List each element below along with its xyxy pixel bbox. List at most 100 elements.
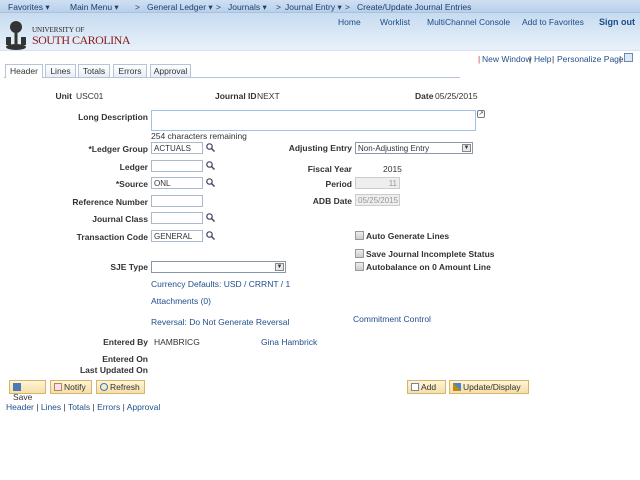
- tab-header[interactable]: Header: [5, 64, 43, 78]
- adjusting-entry-select[interactable]: Non-Adjusting Entry ▼: [355, 142, 473, 154]
- auto-generate-checkbox[interactable]: [355, 231, 364, 240]
- chevron-down-icon: ▼: [275, 263, 284, 271]
- breadcrumb-sep: >: [276, 2, 281, 12]
- personalize-link[interactable]: Personalize Page: [557, 54, 624, 64]
- breadcrumb-sep: >: [216, 2, 221, 12]
- ledger-group-label: *Ledger Group: [88, 144, 148, 154]
- adb-date-label: ADB Date: [312, 196, 352, 206]
- add-favorites-link[interactable]: Add to Favorites: [522, 17, 584, 27]
- save-incomplete-checkbox[interactable]: [355, 249, 364, 258]
- bottom-link-lines[interactable]: Lines: [41, 402, 61, 412]
- search-icon[interactable]: [206, 178, 215, 187]
- refresh-icon: [100, 383, 108, 391]
- currency-defaults-link[interactable]: Currency Defaults: USD / CRRNT / 1: [151, 279, 290, 289]
- sje-type-select[interactable]: ▼: [151, 261, 286, 273]
- breadcrumb-sep: >: [345, 2, 350, 12]
- nav-general-ledger[interactable]: General Ledger ▾: [147, 2, 213, 13]
- search-icon[interactable]: [206, 213, 215, 222]
- save-button[interactable]: Save: [9, 380, 46, 402]
- adjusting-entry-label: Adjusting Entry: [288, 143, 352, 153]
- bottom-links: Header | Lines | Totals | Errors | Appro…: [6, 402, 161, 412]
- unit-label: Unit: [55, 91, 72, 101]
- last-updated-label: Last Updated On: [79, 365, 148, 375]
- refresh-label: Refresh: [110, 382, 140, 392]
- bottom-link-header[interactable]: Header: [6, 402, 34, 412]
- tab-totals[interactable]: Totals: [78, 64, 110, 77]
- divider: |: [478, 54, 481, 64]
- update-label: Update/Display: [463, 382, 521, 392]
- reference-input[interactable]: [151, 195, 203, 207]
- breadcrumb-sep: >: [135, 2, 140, 12]
- save-icon: [13, 383, 21, 391]
- bottom-link-errors[interactable]: Errors: [97, 402, 120, 412]
- refresh-button[interactable]: Refresh: [96, 380, 145, 394]
- entered-by-label: Entered By: [103, 337, 148, 347]
- logo-line2: SOUTH CAROLINA: [32, 33, 131, 47]
- tab-underline: [4, 77, 460, 78]
- divider: |: [529, 54, 532, 64]
- bottom-link-totals[interactable]: Totals: [68, 402, 90, 412]
- fiscal-year-label: Fiscal Year: [307, 164, 352, 174]
- tab-approval[interactable]: Approval: [150, 64, 191, 77]
- search-icon[interactable]: [206, 161, 215, 170]
- divider: |: [552, 54, 555, 64]
- commitment-control-link[interactable]: Commitment Control: [353, 314, 431, 324]
- top-nav-bar: Favorites ▾ Main Menu ▾ > General Ledger…: [0, 0, 640, 13]
- home-link[interactable]: Home: [338, 17, 361, 27]
- journal-id-value: NEXT: [257, 91, 280, 101]
- source-input[interactable]: ONL: [151, 177, 203, 189]
- auto-generate-label: Auto Generate Lines: [366, 231, 450, 241]
- nav-current-page[interactable]: Create/Update Journal Entries: [357, 2, 471, 12]
- worklist-link[interactable]: Worklist: [380, 17, 410, 27]
- sign-out-link[interactable]: Sign out: [599, 17, 635, 27]
- long-description-textarea[interactable]: [151, 110, 476, 131]
- multichannel-link[interactable]: MultiChannel Console: [427, 17, 510, 27]
- entered-by-value: HAMBRICG: [154, 337, 200, 347]
- entered-by-name: Gina Hambrick: [261, 337, 318, 347]
- nav-main-menu[interactable]: Main Menu ▾: [70, 2, 119, 13]
- chars-remaining: 254 characters remaining: [151, 131, 247, 141]
- fiscal-year-value: 2015: [383, 164, 402, 174]
- nav-journal-entry[interactable]: Journal Entry ▾: [285, 2, 342, 13]
- new-window-link[interactable]: New Window: [482, 54, 532, 64]
- transaction-code-input[interactable]: GENERAL: [151, 230, 203, 242]
- unit-value: USC01: [76, 91, 104, 101]
- divider: |: [619, 54, 622, 64]
- journal-id-label: Journal ID: [215, 91, 257, 101]
- nav-journals[interactable]: Journals ▾: [228, 2, 267, 13]
- update-display-button[interactable]: Update/Display: [449, 380, 529, 394]
- ledger-group-input[interactable]: ACTUALS: [151, 142, 203, 154]
- attachments-link[interactable]: Attachments (0): [151, 296, 211, 306]
- tab-errors[interactable]: Errors: [113, 64, 147, 77]
- add-label: Add: [421, 382, 437, 392]
- date-value: 05/25/2015: [435, 91, 478, 101]
- notify-label: Notify: [64, 382, 86, 392]
- search-icon[interactable]: [206, 143, 215, 152]
- save-label: Save: [13, 392, 33, 402]
- autobalance-checkbox[interactable]: [355, 262, 364, 271]
- long-description-label: Long Description: [78, 112, 148, 122]
- grid-icon[interactable]: [624, 53, 633, 62]
- help-link[interactable]: Help: [534, 54, 551, 64]
- pencil-icon: [453, 383, 461, 391]
- source-label: *Source: [115, 179, 148, 189]
- reversal-link[interactable]: Reversal: Do Not Generate Reversal: [151, 317, 289, 327]
- notify-button[interactable]: Notify: [50, 380, 92, 394]
- notify-icon: [54, 383, 62, 391]
- adb-date-input: 05/25/2015: [355, 194, 400, 206]
- journal-class-label: Journal Class: [92, 214, 148, 224]
- ledger-label: Ledger: [119, 162, 148, 172]
- tab-lines[interactable]: Lines: [45, 64, 76, 77]
- chevron-down-icon: ▼: [462, 144, 471, 152]
- expand-icon[interactable]: ↗: [477, 110, 485, 118]
- journal-class-input[interactable]: [151, 212, 203, 224]
- sje-type-label: SJE Type: [110, 262, 148, 272]
- palmetto-logo-icon: [3, 19, 29, 51]
- autobalance-label: Autobalance on 0 Amount Line: [366, 262, 491, 272]
- period-label: Period: [325, 179, 352, 189]
- add-button[interactable]: Add: [407, 380, 446, 394]
- nav-favorites[interactable]: Favorites ▾: [8, 2, 50, 13]
- ledger-input[interactable]: [151, 160, 203, 172]
- bottom-link-approval[interactable]: Approval: [127, 402, 161, 412]
- search-icon[interactable]: [206, 231, 215, 240]
